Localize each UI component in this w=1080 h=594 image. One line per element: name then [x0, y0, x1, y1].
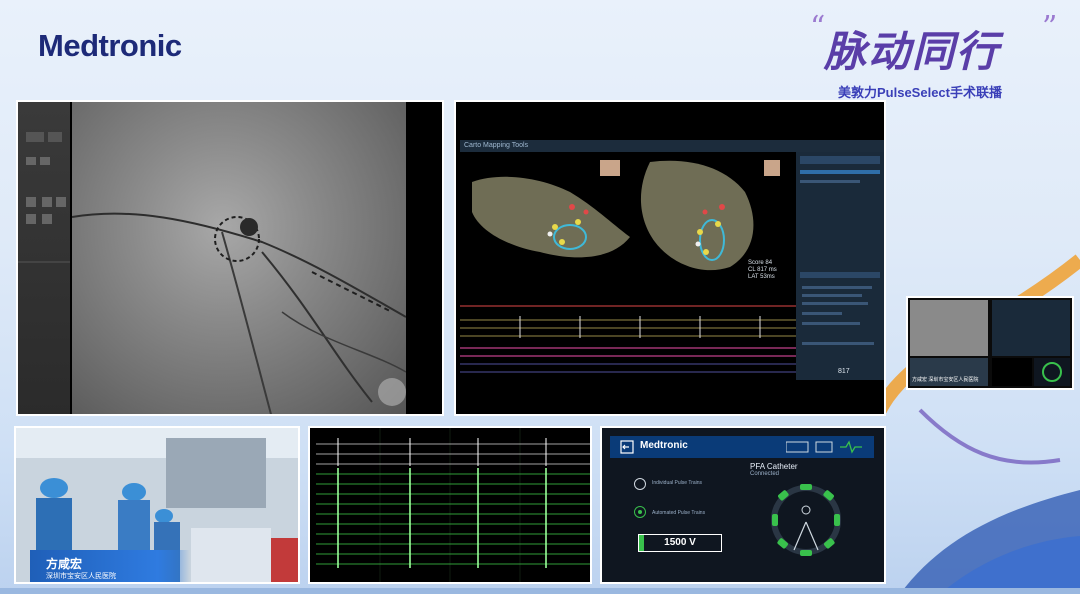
catheter-status: Connected — [750, 471, 780, 477]
readout-label: Score — [748, 260, 764, 266]
hospital-name: 深圳市宝安区人民医院 — [46, 573, 116, 580]
mapping-toolbar[interactable]: Carto Mapping Tools — [460, 140, 884, 152]
campaign-subtitle: 美敦力PulseSelect手术联播 — [838, 85, 1002, 100]
operating-room-camera: 方咸宏 深圳市宝安区人民医院 — [14, 426, 300, 584]
readout-label: LAT — [748, 274, 759, 280]
pfa-generator-panel: Medtronic Individual Pulse Trains Automa… — [600, 426, 886, 584]
pip-caption: 方咸宏 深圳市宝安区人民医院 — [912, 377, 979, 383]
option-automated-label: Automated Pulse Trains — [652, 510, 706, 516]
map-readouts: Score 84 CL 817 ms LAT 53ms — [748, 260, 777, 281]
anatomy-views: Score 84 CL 817 ms LAT 53ms — [460, 152, 796, 298]
ecg-monitor-panel — [308, 426, 592, 584]
mapping-side-panel[interactable]: 817 — [796, 152, 884, 380]
fluoro-control-strip — [18, 102, 70, 414]
fluoroscopy-image — [71, 102, 407, 414]
campaign-banner: “ 脉动同行 ” 美敦力PulseSelect手术联播 — [810, 10, 1060, 104]
fluoroscopy-panel — [16, 100, 444, 416]
option-individual-label: Individual Pulse Trains — [652, 480, 703, 486]
radio-individual[interactable] — [634, 478, 646, 490]
medtronic-logo: Medtronic — [38, 28, 182, 63]
electrode-ring-icon — [771, 484, 841, 556]
readout-value: 817 ms — [757, 267, 777, 273]
close-quote-icon: ” — [1042, 10, 1058, 45]
readout-value: 84 — [765, 260, 773, 266]
campaign-title: 脉动同行 — [824, 27, 1001, 76]
footer-strip — [0, 588, 1080, 594]
readout-label: CL — [748, 267, 756, 273]
radio-automated[interactable] — [634, 506, 646, 518]
exit-icon[interactable] — [620, 440, 634, 454]
surgeon-name: 方咸宏 — [46, 557, 83, 571]
voltage-display: 1500 V — [638, 534, 722, 552]
mapping-signals — [460, 298, 796, 380]
pip-thumbnail[interactable]: 方咸宏 深圳市宝安区人民医院 — [906, 296, 1074, 390]
map-footer-value: 817 — [838, 368, 850, 375]
readout-value: 53ms — [760, 274, 775, 280]
catheter-title: PFA Catheter — [750, 462, 798, 471]
decorative-swoosh — [880, 254, 1080, 594]
generator-brand: Medtronic — [640, 440, 688, 451]
mapping-screen: Carto Mapping Tools Score 84 CL 817 ms L… — [460, 140, 884, 380]
fluoro-black-margin — [406, 102, 442, 414]
status-icons — [786, 440, 862, 454]
mapping-system-panel: Carto Mapping Tools Score 84 CL 817 ms L… — [454, 100, 886, 416]
